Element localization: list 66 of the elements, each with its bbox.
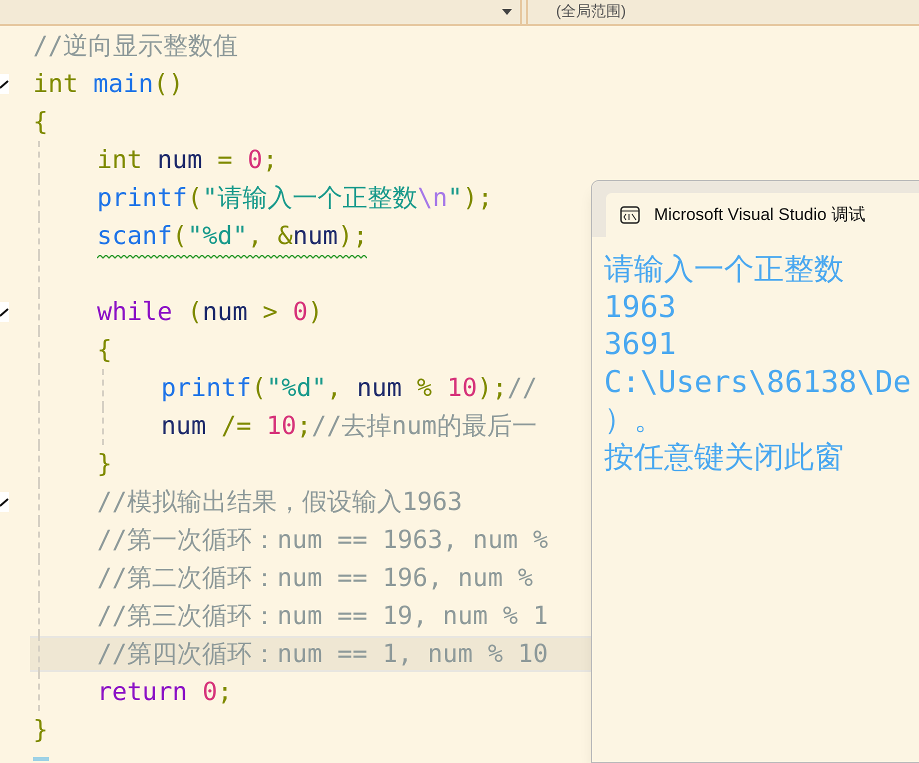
punctuation: ); bbox=[338, 220, 368, 252]
escape-sequence: \n bbox=[417, 182, 448, 214]
fold-marker-icon[interactable] bbox=[0, 74, 9, 94]
number-literal: 0 bbox=[248, 144, 263, 176]
console-output-line: 请输入一个正整数 bbox=[604, 251, 845, 288]
identifier: num bbox=[156, 144, 202, 176]
control-keyword: return bbox=[97, 676, 188, 708]
console-output-line: 3691 bbox=[604, 326, 678, 364]
code-comment: //第四次循环：num == 1, num % 10 bbox=[97, 638, 548, 670]
code-comment: //逆向显示整数值 bbox=[33, 30, 238, 62]
console-output-line: 1963 bbox=[604, 288, 678, 326]
type-keyword: int bbox=[33, 68, 78, 100]
terminal-icon bbox=[620, 206, 640, 224]
punctuation: ) bbox=[308, 296, 323, 328]
string-literal: "%d" bbox=[187, 220, 248, 252]
function-name: scanf bbox=[97, 220, 172, 252]
punctuation: { bbox=[97, 334, 112, 366]
function-name: printf bbox=[161, 372, 252, 404]
identifier: num bbox=[356, 372, 402, 404]
console-output-line: 按任意键关闭此窗 bbox=[604, 438, 845, 476]
type-keyword: int bbox=[97, 144, 142, 176]
punctuation: ); bbox=[477, 372, 508, 404]
code-comment: // bbox=[507, 372, 538, 404]
fold-marker-icon[interactable] bbox=[0, 492, 9, 512]
console-title: Microsoft Visual Studio 调试 bbox=[654, 204, 866, 226]
identifier: num bbox=[292, 220, 338, 252]
punctuation: { bbox=[33, 106, 48, 138]
number-literal: 10 bbox=[447, 372, 478, 404]
punctuation: ( bbox=[186, 296, 202, 328]
punctuation: /= bbox=[220, 410, 252, 442]
console-tab[interactable]: Microsoft Visual Studio 调试 bbox=[606, 193, 919, 237]
punctuation: ; bbox=[296, 410, 312, 442]
code-comment: //第一次循环：num == 1963, num % bbox=[97, 524, 548, 556]
code-comment: //去掉num的最后一 bbox=[312, 410, 537, 442]
identifier: num bbox=[202, 296, 248, 328]
string-literal: "请输入一个正整数 bbox=[202, 182, 418, 214]
code-comment: //第二次循环：num == 196, num % bbox=[97, 562, 533, 594]
console-output-line: C:\Users\86138\De bbox=[604, 364, 912, 401]
code-comment: //模拟输出结果，假设输入1963 bbox=[97, 486, 462, 518]
punctuation: ; bbox=[262, 144, 278, 176]
punctuation: > bbox=[262, 296, 279, 328]
number-literal: 10 bbox=[266, 410, 296, 442]
punctuation: , bbox=[326, 372, 343, 404]
string-literal: "%d" bbox=[266, 372, 327, 404]
identifier: num bbox=[161, 410, 206, 442]
function-name: printf bbox=[97, 182, 188, 214]
punctuation: ( bbox=[187, 182, 202, 214]
punctuation: ( bbox=[251, 372, 266, 404]
punctuation: = bbox=[216, 144, 234, 176]
code-comment: //第三次循环：num == 19, num % 1 bbox=[97, 600, 548, 632]
number-literal: 0 bbox=[292, 296, 308, 328]
punctuation: } bbox=[97, 448, 112, 480]
punctuation: ( bbox=[172, 220, 188, 252]
fold-marker-icon[interactable] bbox=[0, 302, 9, 322]
punctuation: ; bbox=[217, 676, 232, 708]
punctuation: % bbox=[416, 372, 433, 404]
punctuation: } bbox=[33, 714, 48, 746]
function-name: main bbox=[92, 68, 154, 100]
console-output-line: ）。 bbox=[604, 401, 665, 438]
punctuation: ); bbox=[462, 182, 493, 214]
control-keyword: while bbox=[97, 296, 172, 328]
punctuation: , & bbox=[248, 220, 293, 252]
caret-icon bbox=[502, 9, 512, 15]
punctuation: () bbox=[153, 68, 184, 100]
number-literal: 0 bbox=[201, 676, 218, 708]
string-literal: " bbox=[448, 182, 463, 214]
